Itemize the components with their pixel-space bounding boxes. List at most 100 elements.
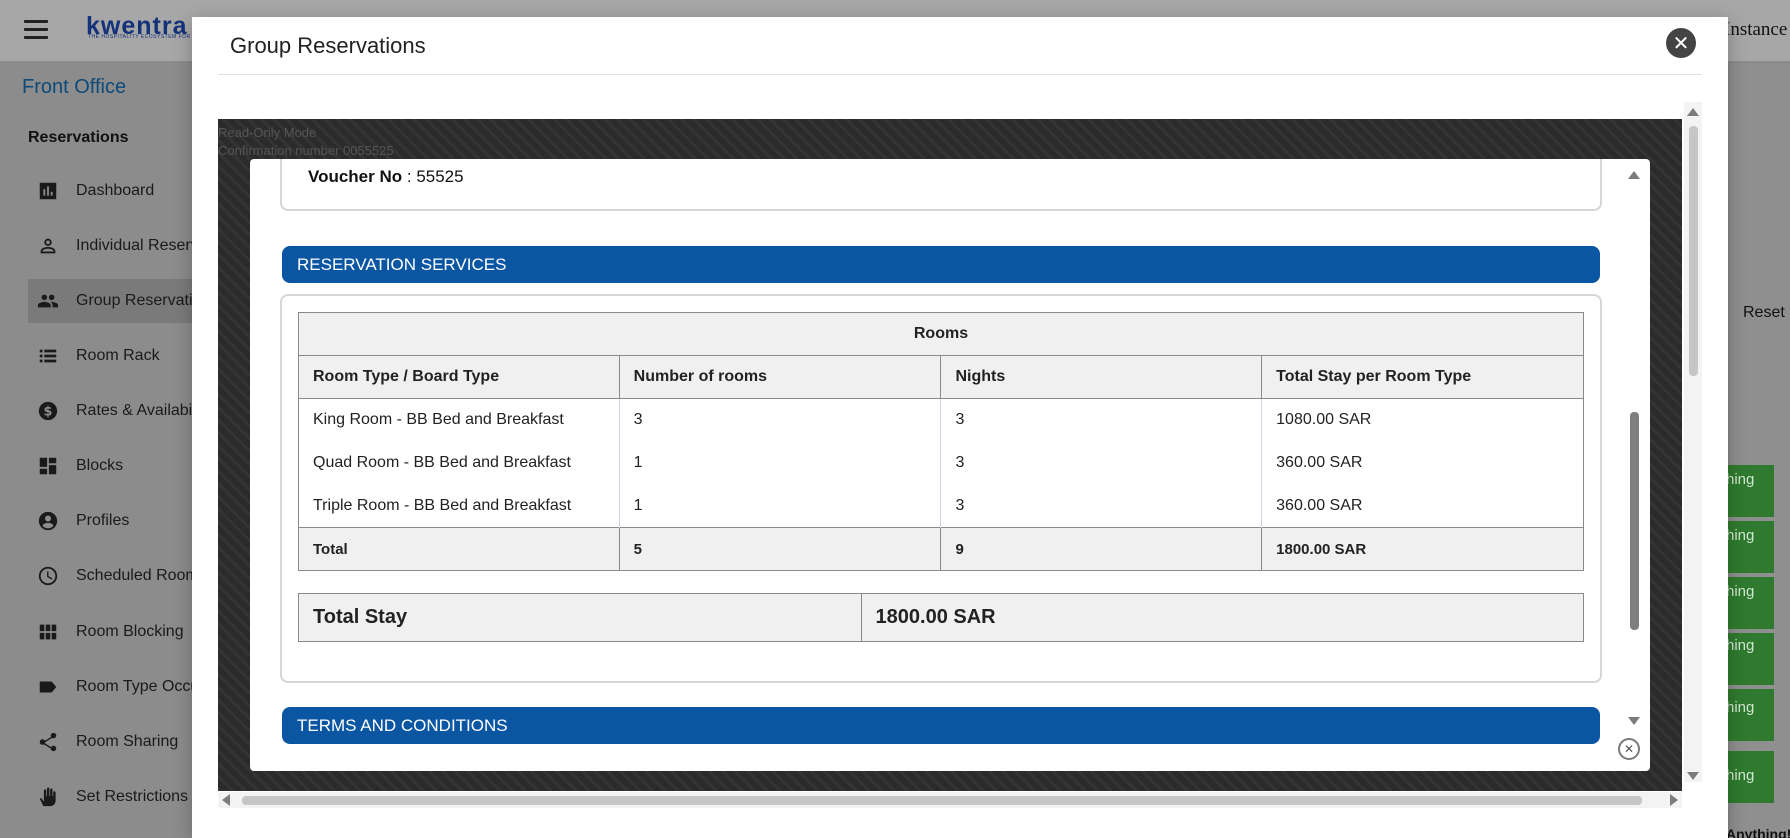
total-stay-cell: 360.00 SAR — [1261, 484, 1584, 528]
booking-cell-label: hing — [1726, 767, 1755, 784]
scroll-right-icon[interactable] — [1670, 794, 1678, 806]
modal-horizontal-scrollbar[interactable] — [218, 792, 1682, 808]
total-label-cell: Total — [298, 527, 620, 571]
room-type-cell: Triple Room - BB Bed and Breakfast — [298, 484, 620, 528]
account-circle-icon — [36, 509, 60, 533]
table-total-row: Total 5 9 1800.00 SAR — [298, 527, 1584, 571]
dashboard-icon — [36, 454, 60, 478]
booking-cell[interactable] — [1724, 689, 1774, 743]
total-stay-value: 1800.00 SAR — [860, 593, 1585, 642]
sidebar-item-label: Profiles — [76, 512, 130, 529]
total-nights-cell: 9 — [940, 527, 1263, 571]
number-of-rooms-cell: 3 — [618, 398, 942, 442]
sidebar-item-set-restrictions[interactable]: Set Restrictions — [28, 775, 218, 819]
reservation-services-box: Rooms Room Type / Board Type Number of r… — [280, 294, 1602, 683]
table-row: King Room - BB Bed and Breakfast 3 3 108… — [298, 398, 1584, 442]
nights-cell: 3 — [940, 441, 1263, 485]
nights-cell: 3 — [940, 398, 1263, 442]
sidebar-item-room-rack[interactable]: Room Rack — [28, 334, 218, 378]
sidebar-item-room-type-occupancy[interactable]: Room Type Occupancy — [28, 665, 218, 709]
booking-cell-label: hing — [1726, 471, 1755, 488]
sidebar-item-blocks[interactable]: Blocks — [28, 444, 218, 488]
list-icon — [36, 344, 60, 368]
instance-label[interactable]: Instance — [1724, 19, 1787, 41]
scroll-down-icon[interactable] — [1628, 717, 1640, 725]
sidebar-item-label: Room Sharing — [76, 733, 179, 750]
reset-button[interactable]: Reset — [1743, 304, 1785, 322]
bar-chart-icon — [36, 179, 60, 203]
voucher-info-box: Voucher No : 55525 — [280, 159, 1602, 211]
total-rooms-cell: 5 — [618, 527, 942, 571]
voucher-close-icon[interactable]: ✕ — [1618, 738, 1640, 760]
scroll-up-icon[interactable] — [1628, 171, 1640, 179]
voucher-card: Voucher No : 55525 RESERVATION SERVICES … — [250, 159, 1650, 771]
sidebar-item-profiles[interactable]: Profiles — [28, 499, 218, 543]
preview-ghost-text: Confirmation number 0055525 — [218, 143, 394, 158]
number-of-rooms-cell: 1 — [618, 484, 942, 528]
room-type-cell: Quad Room - BB Bed and Breakfast — [298, 441, 620, 485]
sidebar-item-individual-reservations[interactable]: Individual Reservations — [28, 224, 218, 268]
scrollbar-thumb[interactable] — [242, 796, 1642, 805]
sidebar-group-title: Reservations — [28, 129, 129, 146]
background-footer-text: Anything! — [1726, 826, 1790, 838]
dollar-icon: $ — [36, 399, 60, 423]
nights-cell: 3 — [940, 484, 1263, 528]
total-stay-cell: 360.00 SAR — [1261, 441, 1584, 485]
total-stay-table: Total Stay 1800.00 SAR — [298, 593, 1585, 642]
group-icon — [36, 289, 60, 313]
column-header: Number of rooms — [618, 355, 942, 399]
booking-cell-label: hing — [1726, 699, 1755, 716]
sidebar-item-dashboard[interactable]: Dashboard — [28, 169, 218, 213]
column-header: Nights — [940, 355, 1263, 399]
rooms-table-caption: Rooms — [298, 312, 1584, 356]
column-header: Room Type / Board Type — [298, 355, 620, 399]
svg-text:$: $ — [44, 405, 53, 420]
booking-cell-label: hing — [1726, 527, 1755, 544]
voucher-card-scrollbar[interactable] — [1626, 165, 1642, 730]
scroll-left-icon[interactable] — [222, 794, 230, 806]
voucher-label: Voucher No — [308, 167, 403, 186]
modal-vertical-scrollbar[interactable] — [1684, 102, 1702, 782]
column-header: Total Stay per Room Type — [1261, 355, 1584, 399]
reservation-services-header: RESERVATION SERVICES — [282, 246, 1600, 283]
modal-close-button[interactable]: ✕ — [1666, 28, 1696, 58]
rooms-table: Rooms Room Type / Board Type Number of r… — [298, 312, 1584, 571]
sidebar: Front Office Reservations Dashboard Indi… — [0, 63, 218, 838]
modal-divider — [218, 74, 1702, 75]
sidebar-item-label: Blocks — [76, 457, 124, 474]
number-of-rooms-cell: 1 — [618, 441, 942, 485]
voucher-separator: : — [402, 167, 417, 186]
total-stay-cell: 1080.00 SAR — [1261, 398, 1584, 442]
booking-cell-label: hing — [1726, 637, 1755, 654]
table-row: Quad Room - BB Bed and Breakfast 1 3 360… — [298, 441, 1584, 485]
sidebar-item-group-reservations[interactable]: Group Reservations — [28, 279, 218, 323]
sidebar-item-scheduled-rooms[interactable]: Scheduled Rooms — [28, 554, 218, 598]
scrollbar-thumb[interactable] — [1689, 126, 1698, 376]
total-amount-cell: 1800.00 SAR — [1261, 527, 1584, 571]
sidebar-item-label: Room Rack — [76, 347, 160, 364]
sidebar-section-title[interactable]: Front Office — [22, 76, 126, 99]
scroll-down-icon[interactable] — [1687, 772, 1699, 780]
sidebar-item-room-sharing[interactable]: Room Sharing — [28, 720, 218, 764]
total-stay-label: Total Stay — [298, 593, 862, 642]
grid-icon — [36, 620, 60, 644]
voucher-value: 55525 — [416, 167, 464, 186]
terms-and-conditions-header: TERMS AND CONDITIONS — [282, 707, 1600, 744]
booking-cell-label: hing — [1726, 583, 1755, 600]
voucher-number: Voucher No : 55525 — [308, 167, 464, 187]
sidebar-item-label: Dashboard — [76, 182, 155, 199]
room-type-cell: King Room - BB Bed and Breakfast — [298, 398, 620, 442]
hamburger-menu-icon[interactable] — [24, 20, 48, 40]
sidebar-item-room-blocking[interactable]: Room Blocking — [28, 610, 218, 654]
modal-title: Group Reservations — [230, 33, 426, 58]
hand-icon — [36, 785, 60, 809]
share-icon — [36, 730, 60, 754]
table-row: Triple Room - BB Bed and Breakfast 1 3 3… — [298, 484, 1584, 528]
scroll-up-icon[interactable] — [1687, 108, 1699, 116]
sidebar-item-label: Scheduled Rooms — [76, 567, 207, 584]
person-icon — [36, 234, 60, 258]
scrollbar-thumb[interactable] — [1630, 412, 1639, 630]
clock-icon — [36, 564, 60, 588]
sidebar-item-rates-availability[interactable]: $ Rates & Availability — [28, 389, 218, 433]
sidebar-item-label: Room Blocking — [76, 623, 184, 640]
